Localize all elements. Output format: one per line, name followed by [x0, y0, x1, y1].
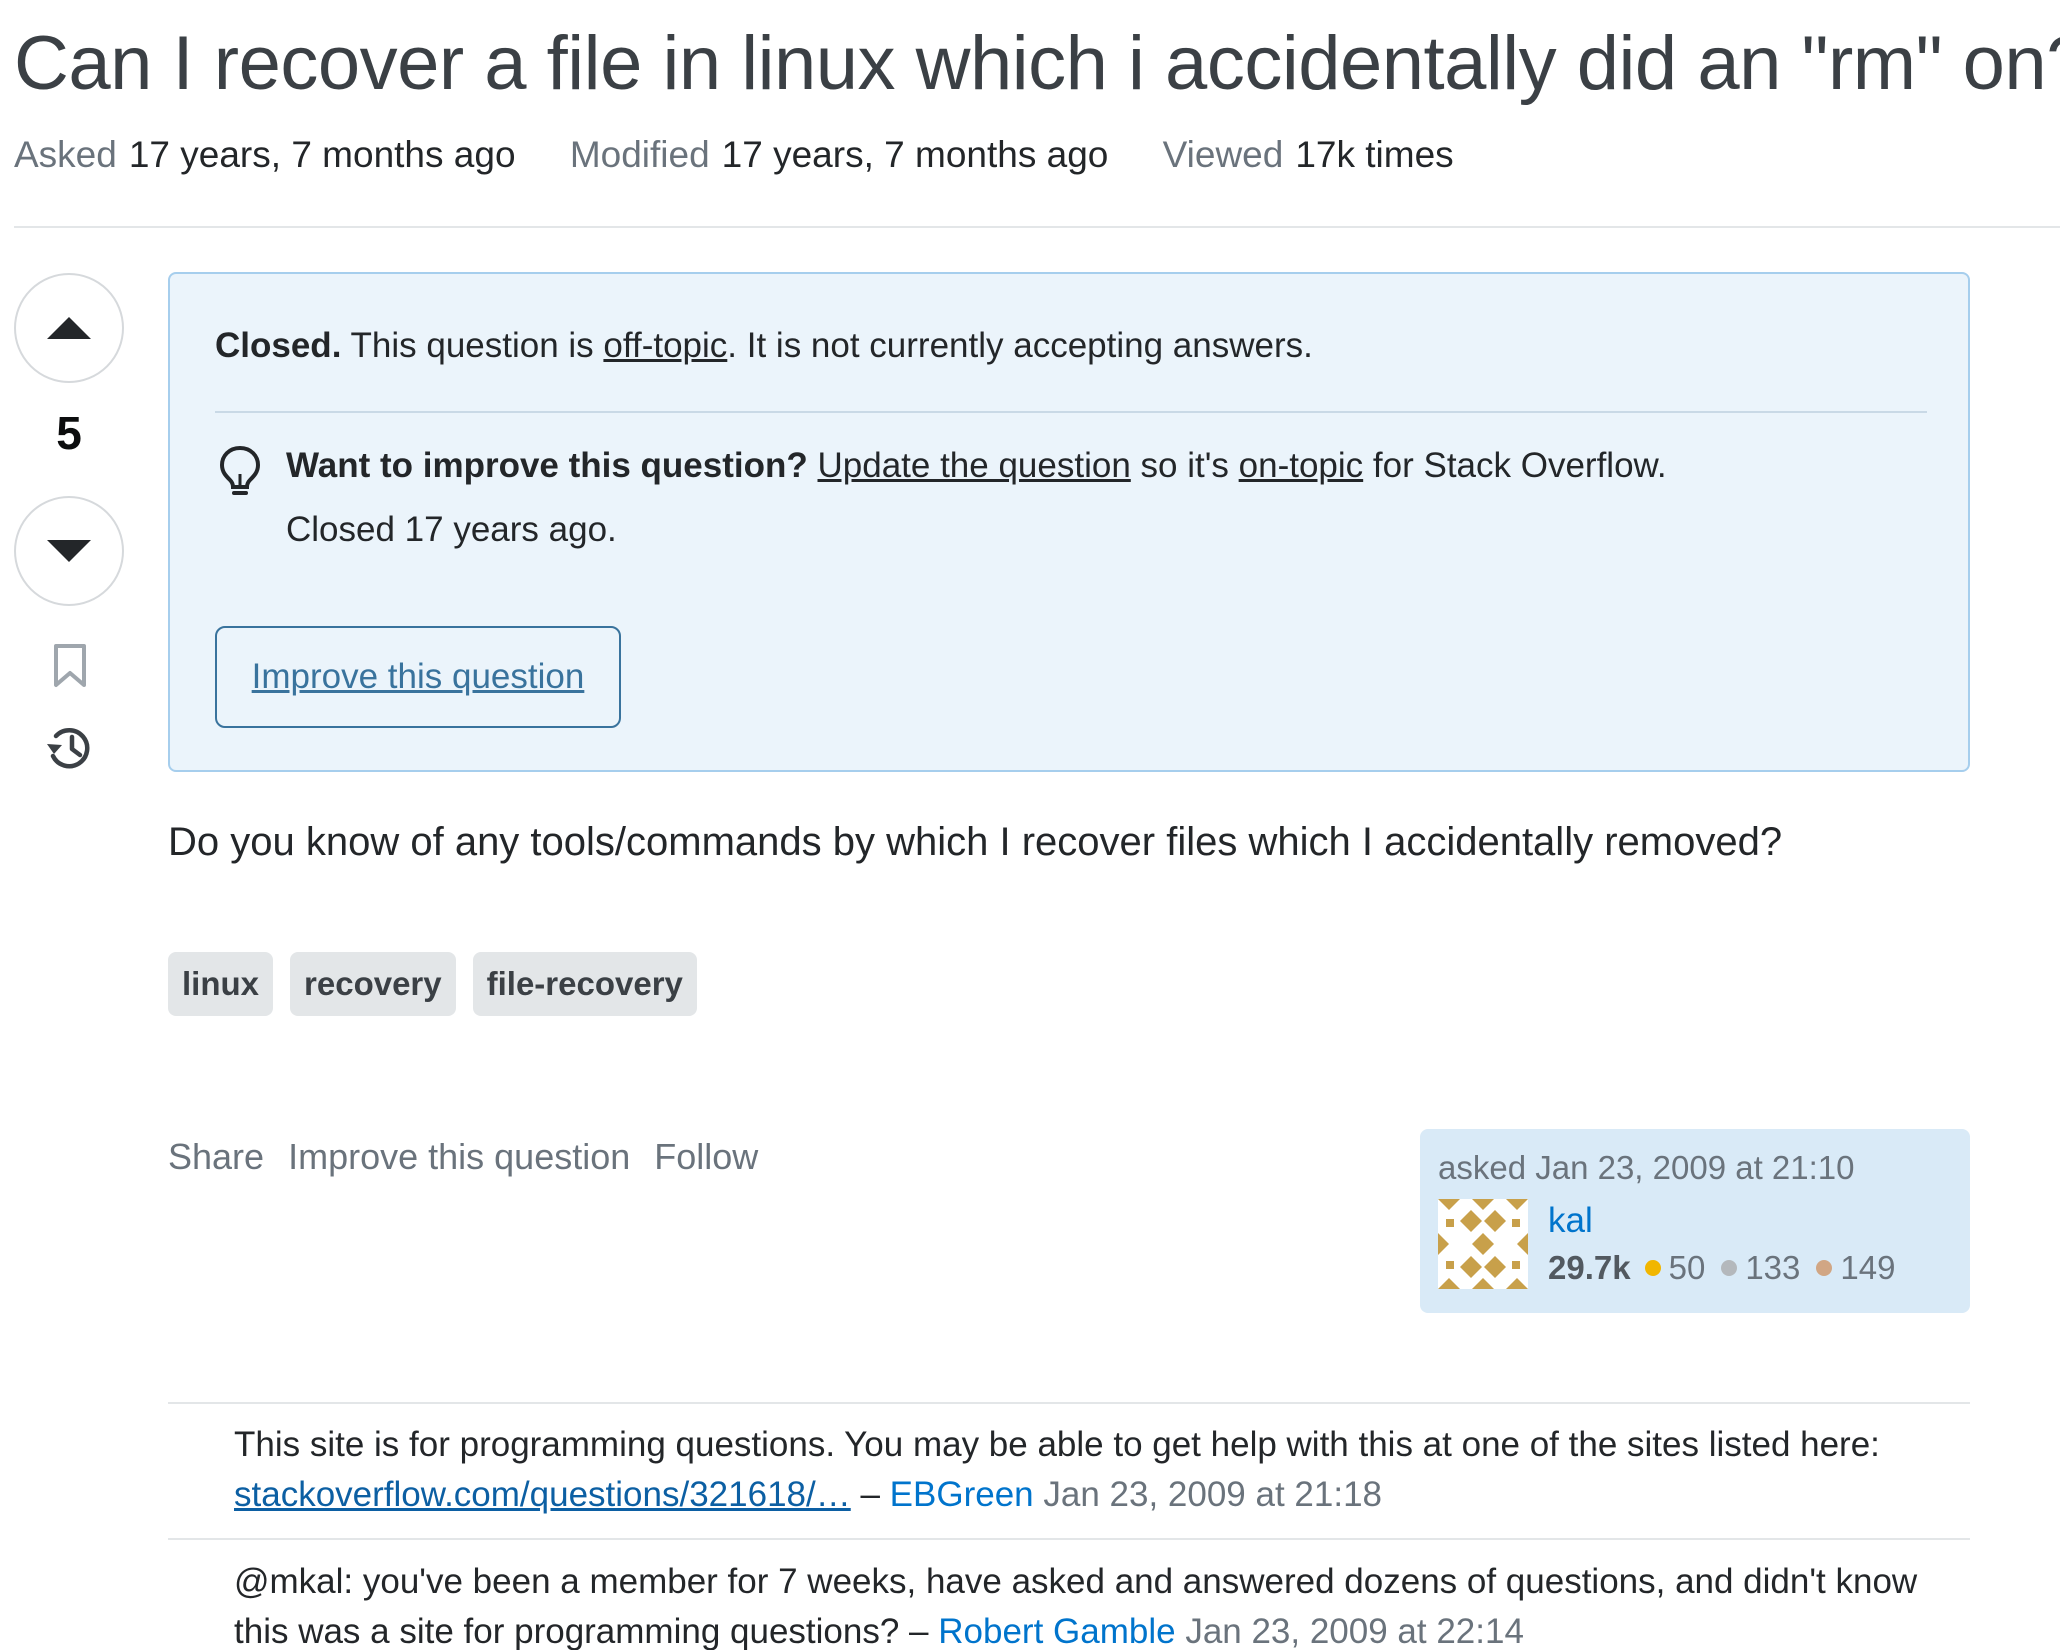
viewed-label: Viewed: [1162, 134, 1284, 175]
comments-divider: [168, 1402, 1970, 1404]
comment-link[interactable]: stackoverflow.com/questions/321618/…: [234, 1475, 851, 1514]
reputation-score: 29.7k: [1548, 1249, 1631, 1286]
avatar[interactable]: [1438, 1199, 1528, 1289]
tag-list: linux recovery file-recovery: [168, 952, 697, 1016]
off-topic-link[interactable]: off-topic: [603, 326, 727, 365]
bronze-badge-count: 149: [1840, 1249, 1896, 1286]
closed-ago: Closed 17 years ago.: [286, 510, 617, 549]
upvote-button[interactable]: [14, 273, 124, 383]
question-title[interactable]: Can I recover a file in linux which i ac…: [14, 20, 2060, 107]
improve-question-link[interactable]: Improve this question: [288, 1136, 630, 1178]
arrow-up-icon: [47, 317, 91, 339]
post-menu: Share Improve this question Follow: [168, 1136, 758, 1178]
update-question-link[interactable]: Update the question: [818, 446, 1131, 485]
user-reputation: 29.7k 50 133 149: [1548, 1249, 1911, 1287]
lightbulb-icon: [219, 445, 261, 495]
closed-status: Closed. This question is off-topic. It i…: [215, 326, 1313, 365]
gold-badge-icon: [1644, 1260, 1661, 1276]
modified-value[interactable]: 17 years, 7 months ago: [722, 134, 1109, 175]
comment-date[interactable]: Jan 23, 2009 at 21:18: [1043, 1475, 1382, 1514]
comment-item: @mkal: you've been a member for 7 weeks,…: [234, 1562, 1918, 1650]
improve-prompt: Want to improve this question? Update th…: [286, 446, 1667, 485]
tag-linux[interactable]: linux: [168, 952, 274, 1016]
bookmark-button[interactable]: [44, 640, 96, 692]
title-divider: [14, 226, 2060, 228]
downvote-button[interactable]: [14, 496, 124, 606]
vote-count: 5: [56, 407, 82, 459]
comment-divider: [168, 1538, 1970, 1540]
arrow-down-icon: [47, 540, 91, 562]
comment-user-link[interactable]: Robert Gamble: [938, 1612, 1175, 1650]
asked-date[interactable]: asked Jan 23, 2009 at 21:10: [1438, 1149, 1855, 1187]
share-link[interactable]: Share: [168, 1136, 264, 1178]
tag-recovery[interactable]: recovery: [290, 952, 456, 1016]
modified-label: Modified: [569, 134, 710, 175]
follow-link[interactable]: Follow: [654, 1136, 758, 1178]
owner-card: asked Jan 23, 2009 at 21:10 kal 29.7k 50…: [1420, 1129, 1970, 1313]
comment-user-link[interactable]: EBGreen: [890, 1475, 1034, 1514]
asked-label: Asked: [14, 134, 117, 175]
closed-notice: Closed. This question is off-topic. It i…: [168, 272, 1970, 772]
bookmark-icon: [54, 644, 86, 687]
improve-question-button[interactable]: Improve this question: [215, 626, 621, 728]
gold-badge-count: 50: [1668, 1249, 1706, 1286]
timeline-button[interactable]: [44, 722, 96, 774]
comment-item: This site is for programming questions. …: [234, 1425, 1880, 1514]
history-icon: [47, 727, 90, 769]
comment-date[interactable]: Jan 23, 2009 at 22:14: [1185, 1612, 1524, 1650]
viewed-value: 17k times: [1295, 134, 1454, 175]
tag-file-recovery[interactable]: file-recovery: [472, 952, 697, 1016]
silver-badge-icon: [1721, 1260, 1738, 1276]
question-meta: Asked 17 years, 7 months ago Modified 17 y…: [14, 134, 1498, 176]
comment-text: This site is for programming questions. …: [234, 1425, 1880, 1464]
question-body: Do you know of any tools/commands by whi…: [168, 820, 1783, 864]
asked-value: 17 years, 7 months ago: [128, 134, 516, 175]
on-topic-link[interactable]: on-topic: [1239, 446, 1364, 485]
notice-divider: [215, 411, 1927, 413]
silver-badge-count: 133: [1745, 1249, 1801, 1286]
bronze-badge-icon: [1816, 1260, 1833, 1276]
user-name-link[interactable]: kal: [1548, 1201, 1593, 1241]
